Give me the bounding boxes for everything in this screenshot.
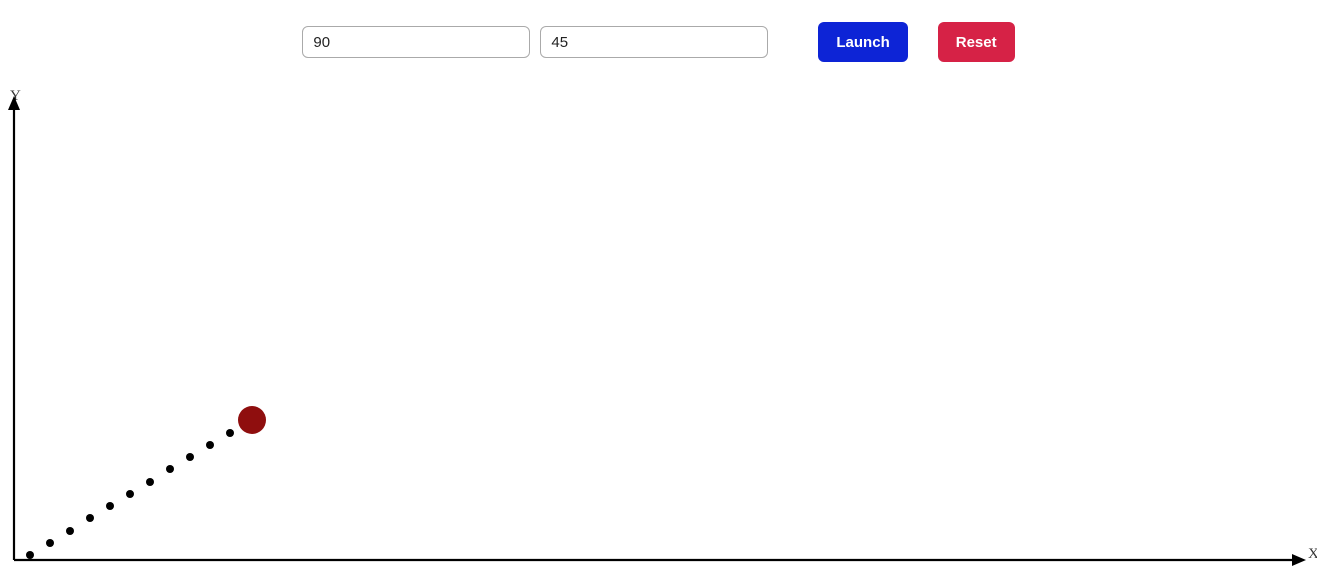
y-axis-arrowhead-icon xyxy=(8,96,20,110)
trace-dot xyxy=(66,527,74,535)
trace-dot xyxy=(206,441,214,449)
x-axis-arrowhead-icon xyxy=(1292,554,1306,566)
reset-button[interactable]: Reset xyxy=(938,22,1015,62)
trace-dot xyxy=(46,539,54,547)
trajectory-trace xyxy=(26,429,234,559)
trace-dot xyxy=(86,514,94,522)
launch-button[interactable]: Launch xyxy=(818,22,907,62)
trace-dot xyxy=(106,502,114,510)
trace-dot xyxy=(26,551,34,559)
angle-input[interactable] xyxy=(540,26,768,58)
trace-dot xyxy=(186,453,194,461)
trace-dot xyxy=(146,478,154,486)
plot-area xyxy=(0,90,1317,570)
plot-svg xyxy=(0,90,1317,570)
trace-dot xyxy=(126,490,134,498)
projectile-ball xyxy=(238,406,266,434)
trace-dot xyxy=(226,429,234,437)
controls-row: Launch Reset xyxy=(0,0,1317,62)
trace-dot xyxy=(166,465,174,473)
velocity-input[interactable] xyxy=(302,26,530,58)
